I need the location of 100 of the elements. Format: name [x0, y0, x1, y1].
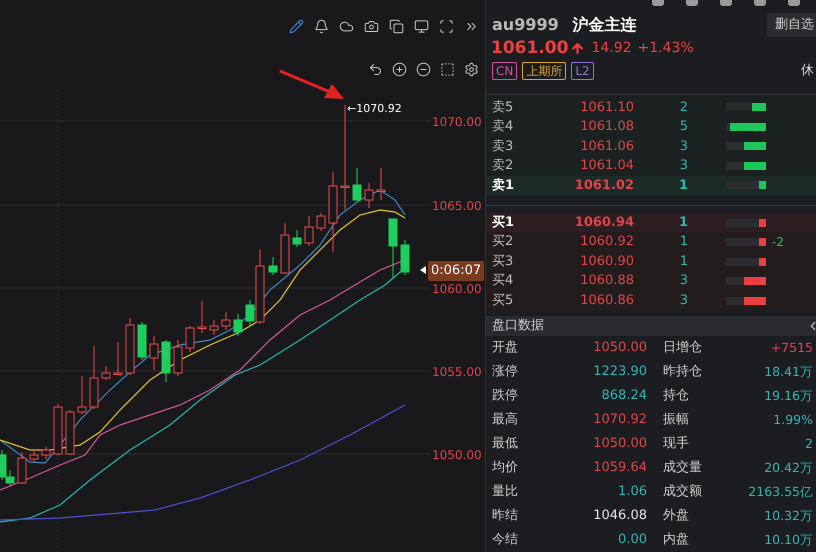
stat-value: 10.32万 [764, 506, 814, 525]
camera-icon[interactable] [364, 19, 379, 34]
order-price: 1061.06 [579, 138, 634, 156]
candle [18, 452, 26, 484]
order-book-row[interactable]: 卖3 1061.06 3 [486, 136, 816, 156]
order-volume: 1 [678, 176, 689, 195]
stat-label: 涨停 [492, 363, 518, 382]
stat-value: 18.41万 [764, 362, 814, 381]
stat-label: 成交额 [663, 483, 702, 502]
candle [186, 326, 194, 352]
section-header[interactable]: 盘口数据 [486, 316, 816, 336]
candle [150, 336, 158, 370]
cloud-icon[interactable] [339, 19, 354, 34]
order-price: 1060.86 [579, 292, 634, 310]
stat-label: 均价 [492, 459, 518, 478]
system-tray-icon[interactable] [686, 0, 698, 6]
price-axis-label: 1050.00 [432, 447, 482, 464]
price-axis-label: 1055.00 [432, 364, 482, 381]
stat-value: 2 [805, 434, 814, 453]
candle [352, 168, 362, 202]
candle [42, 446, 50, 460]
candle [400, 240, 410, 276]
monitor-icon[interactable] [414, 19, 429, 34]
level-label: 卖4 [491, 118, 514, 136]
candle [138, 322, 146, 360]
exchange-tag: L2 [571, 62, 594, 80]
copy-icon[interactable] [389, 19, 404, 34]
level-label: 卖2 [491, 157, 514, 176]
system-tray-icon[interactable] [652, 0, 664, 6]
fullscreen-icon[interactable] [439, 19, 454, 34]
undo-icon[interactable] [368, 62, 383, 77]
candle [222, 312, 230, 330]
order-book-row[interactable]: 卖4 1061.08 5 [486, 117, 816, 137]
order-volume: 1 [678, 252, 689, 271]
order-book-row[interactable]: 买5 1060.86 3 [486, 290, 816, 310]
candle [114, 342, 122, 376]
stat-label: 日增仓 [663, 339, 702, 358]
countdown-label: 0:06:07 [428, 261, 484, 280]
order-price: 1060.90 [579, 252, 634, 271]
order-book-row[interactable]: 买4 1060.88 3 [486, 271, 816, 291]
stat-value: 0.00 [618, 531, 648, 550]
level-label: 买3 [491, 252, 514, 271]
candle [198, 300, 206, 334]
stat-value: +7515 [770, 338, 814, 357]
level-label: 买4 [491, 272, 514, 290]
candle [54, 404, 62, 456]
price-axis-label: 1065.00 [432, 198, 482, 215]
stat-label: 开盘 [492, 339, 518, 358]
candle [210, 320, 218, 336]
order-volume: 1 [678, 214, 689, 232]
stat-value: 1046.08 [593, 507, 648, 526]
stat-label: 内盘 [663, 531, 689, 550]
candle [376, 168, 386, 200]
order-book-row[interactable]: 卖5 1061.10 2 [486, 98, 816, 118]
zoom-out-icon[interactable] [416, 62, 431, 77]
stat-label: 振幅 [663, 411, 689, 430]
candle [102, 366, 110, 380]
exchange-tag: 上期所 [522, 62, 566, 80]
stat-label: 昨结 [492, 507, 518, 526]
section-title: 盘口数据 [492, 317, 544, 336]
zoom-in-icon[interactable] [392, 62, 407, 77]
square-icon[interactable] [440, 62, 455, 77]
order-book-row[interactable]: 卖1 1061.02 1 [486, 176, 816, 196]
remove-watchlist-button[interactable]: 删自选 [767, 12, 816, 36]
candle [78, 376, 86, 414]
candle [364, 182, 374, 208]
order-book-row[interactable]: 买3 1060.90 1 [486, 252, 816, 272]
order-volume: 3 [678, 272, 689, 290]
stat-value: 1070.92 [593, 411, 648, 430]
symbol-code: au9999 [492, 14, 559, 36]
candle [126, 318, 134, 376]
volume-delta: -2 [772, 234, 784, 252]
candle [30, 450, 38, 462]
market-status: 休 [801, 62, 814, 80]
stat-value: 1050.00 [593, 435, 648, 454]
pencil-icon[interactable] [289, 19, 304, 34]
bell-icon[interactable] [314, 19, 329, 34]
order-book-row[interactable]: 买2 1060.92 1 -2 [486, 232, 816, 252]
stat-label: 跌停 [492, 387, 518, 406]
stat-value: 1.06 [618, 483, 648, 502]
percent-change: +1.43% [638, 39, 694, 58]
level-label: 卖3 [491, 138, 514, 156]
candle [316, 212, 326, 232]
exchange-tag: CN [492, 62, 518, 80]
order-book-row[interactable]: 卖2 1061.04 3 [486, 156, 816, 176]
system-tray-icon[interactable] [720, 0, 732, 6]
level-label: 买2 [491, 233, 514, 252]
stat-value: 20.42万 [764, 458, 814, 477]
stat-value: 1050.00 [593, 339, 648, 358]
order-price: 1060.92 [579, 233, 634, 252]
price-change: 14.92 [591, 39, 632, 58]
system-tray-icon[interactable] [788, 0, 800, 6]
symbol-name: 沪金主连 [572, 14, 637, 36]
stat-label: 持仓 [663, 387, 689, 406]
settings-icon[interactable] [464, 62, 479, 77]
order-book-row[interactable]: 买1 1060.94 1 [486, 212, 816, 232]
system-tray-icon[interactable] [754, 0, 766, 6]
candle [90, 346, 98, 410]
candle [174, 340, 182, 376]
order-price: 1061.08 [579, 118, 634, 136]
